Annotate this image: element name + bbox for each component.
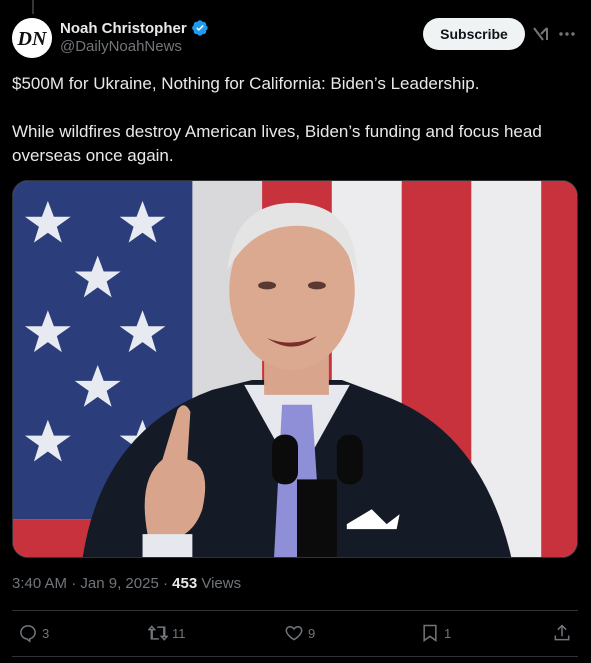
tweet-text: $500M for Ukraine, Nothing for Californi… <box>12 72 580 168</box>
thread-line <box>32 0 34 14</box>
tweet-paragraph-2: While wildfires destroy American lives, … <box>12 122 542 165</box>
bookmark-count: 1 <box>444 625 452 641</box>
reply-button[interactable]: 3 <box>18 620 49 646</box>
divider-bottom <box>12 656 578 657</box>
action-bar: 3 11 9 1 <box>12 612 578 656</box>
reply-count: 3 <box>42 625 50 641</box>
subscribe-button[interactable]: Subscribe <box>423 18 525 50</box>
reply-icon <box>20 625 36 643</box>
photo-illustration <box>13 181 577 557</box>
repost-icon <box>148 625 168 641</box>
tweet-photo[interactable] <box>12 180 578 558</box>
views-count: 453 <box>172 575 198 592</box>
tweet-paragraph-1: $500M for Ukraine, Nothing for Californi… <box>12 74 480 93</box>
like-count: 9 <box>308 625 316 641</box>
repost-button[interactable]: 11 <box>148 620 186 646</box>
like-icon <box>285 625 303 641</box>
more-icon[interactable] <box>557 24 577 44</box>
author-names: Noah Christopher @DailyNoahNews <box>60 18 209 55</box>
author-display-name-row[interactable]: Noah Christopher <box>60 18 209 38</box>
avatar-initials: DN <box>17 28 48 50</box>
like-button[interactable]: 9 <box>284 620 315 646</box>
views-label: Views <box>197 575 242 592</box>
tweet-date[interactable]: Jan 9, 2025 <box>80 575 158 592</box>
share-button[interactable] <box>552 620 572 646</box>
avatar[interactable]: DN <box>12 18 52 58</box>
share-icon <box>554 624 570 641</box>
tweet-time[interactable]: 3:40 AM <box>12 575 67 592</box>
meta-separator-2: · <box>158 575 173 592</box>
verified-icon <box>191 20 208 36</box>
meta-separator: · <box>67 575 81 592</box>
author-display-name[interactable]: Noah Christopher <box>60 20 187 37</box>
bookmark-button[interactable]: 1 <box>420 620 451 646</box>
tweet-header: DN Noah Christopher @DailyNoahNews Subsc… <box>12 18 580 58</box>
repost-count: 11 <box>172 625 186 641</box>
divider-top <box>12 610 578 611</box>
bookmark-icon <box>423 624 437 642</box>
author-handle[interactable]: @DailyNoahNews <box>60 38 209 55</box>
grok-icon[interactable] <box>531 24 551 44</box>
tweet-meta: 3:40 AM · Jan 9, 2025 · 453 Views <box>12 575 241 592</box>
avatar-logo: DN <box>12 18 52 58</box>
